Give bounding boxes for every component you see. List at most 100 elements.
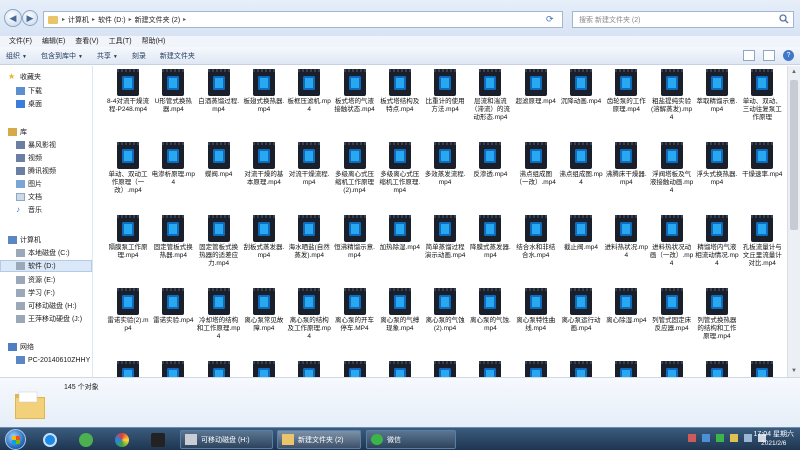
tray-app-icon[interactable]: [716, 434, 724, 442]
file-item[interactable]: [559, 361, 603, 377]
file-item[interactable]: 单动、双动、三动往复泵工作原理: [740, 69, 784, 122]
file-item[interactable]: 加热除湿.mp4: [378, 215, 422, 252]
nav-library[interactable]: 库: [8, 126, 27, 138]
nav-disk-e[interactable]: 资源 (E:): [16, 274, 55, 286]
nav-pc[interactable]: PC-20140610ZHHY: [16, 354, 90, 366]
file-item[interactable]: 层流和湍流（滞流）的流动形态.mp4: [468, 69, 512, 122]
file-item[interactable]: 超滤原理.mp4: [514, 69, 558, 106]
file-item[interactable]: 多级离心式压缩机工作原理.mp4: [378, 142, 422, 195]
taskbar-bird-app[interactable]: [144, 430, 172, 449]
breadcrumb-folder[interactable]: 新建文件夹 (2): [135, 15, 181, 25]
file-item[interactable]: 孔板流量计与文丘里流量计对比.mp4: [740, 215, 784, 268]
file-item[interactable]: 列管式固定床反应器.mp4: [650, 288, 694, 333]
menu-edit[interactable]: 编辑(E): [37, 36, 70, 47]
nav-storm[interactable]: 暴风影视: [16, 139, 56, 151]
nav-favorites[interactable]: ★ 收藏夹: [8, 71, 41, 83]
file-item[interactable]: 8-4对流干燥流程-P248.mp4: [106, 69, 150, 114]
taskbar-task-removable-disk[interactable]: 可移动磁盘 (H:): [180, 430, 273, 449]
file-item[interactable]: 多效蒸发流程.mp4: [423, 142, 467, 187]
taskbar-task-wechat[interactable]: 微信: [366, 430, 456, 449]
file-item[interactable]: 结合水和非结合水.mp4: [514, 215, 558, 260]
nav-music[interactable]: ♪ 音乐: [16, 204, 42, 216]
file-item[interactable]: 沸点组成图.mp4: [559, 142, 603, 187]
file-item[interactable]: [106, 361, 150, 377]
file-item[interactable]: 白酒蒸馏过程.mp4: [197, 69, 241, 114]
search-input[interactable]: 搜索 新建文件夹 (2): [572, 11, 794, 28]
file-item[interactable]: 对流干燥流程.mp4: [287, 142, 331, 187]
file-item[interactable]: 离心泵的结构及工作原理.mp4: [287, 288, 331, 341]
file-item[interactable]: 雷诺实验(2).mp4: [106, 288, 150, 333]
file-item[interactable]: 降膜式蒸发器.mp4: [468, 215, 512, 260]
network-icon[interactable]: [744, 434, 752, 442]
tray-app-icon[interactable]: [688, 434, 696, 442]
nav-video[interactable]: 视频: [16, 152, 42, 164]
nav-documents[interactable]: 文档: [16, 191, 42, 203]
file-item[interactable]: [514, 361, 558, 377]
help-icon[interactable]: ?: [783, 50, 794, 61]
share-button[interactable]: 共享 ▼: [97, 51, 118, 61]
file-item[interactable]: 刮板式蒸发器.mp4: [242, 215, 286, 260]
organize-button[interactable]: 组织 ▼: [6, 51, 27, 61]
menu-help[interactable]: 帮助(H): [137, 36, 171, 47]
file-item[interactable]: 离心泵常见故障.mp4: [242, 288, 286, 333]
file-item[interactable]: 板框压滤机.mp4: [287, 69, 331, 114]
file-item[interactable]: 离心泵特性曲线.mp4: [514, 288, 558, 333]
nav-tencent[interactable]: 腾讯视频: [16, 165, 56, 177]
file-item[interactable]: 板式塔的气液接触状态.mp4: [333, 69, 377, 114]
file-item[interactable]: 冷却塔的结构和工作原理.mp4: [197, 288, 241, 341]
file-item[interactable]: [197, 361, 241, 377]
file-item[interactable]: 列管式换热器的结构和工作原理.mp4: [695, 288, 739, 341]
file-item[interactable]: 隔膜泵工作原理.mp4: [106, 215, 150, 260]
file-item[interactable]: 齿轮泵的工作原理.mp4: [604, 69, 648, 114]
file-item[interactable]: 离心泵的开车停车.MP4: [333, 288, 377, 333]
file-item[interactable]: 单动、双动工作原理（一改）.mp4: [106, 142, 150, 195]
file-item[interactable]: [468, 361, 512, 377]
nav-downloads[interactable]: 下载: [16, 85, 42, 97]
file-item[interactable]: 蝶阀.mp4: [197, 142, 241, 179]
file-item[interactable]: 进料热状况.mp4: [604, 215, 648, 260]
file-item[interactable]: [333, 361, 377, 377]
file-item[interactable]: 离心泵运行动画.mp4: [559, 288, 603, 333]
file-item[interactable]: 离心除湿.mp4: [604, 288, 648, 325]
address-bar[interactable]: ▸ 计算机 ▸ 软件 (D:) ▸ 新建文件夹 (2) ▸ ⟳: [43, 11, 563, 28]
scroll-down-icon[interactable]: ▼: [791, 368, 797, 374]
file-item[interactable]: 浮阀塔板及气液接触动画.mp4: [650, 142, 694, 195]
file-item[interactable]: [423, 361, 467, 377]
nav-computer[interactable]: 计算机: [8, 234, 41, 246]
file-item[interactable]: 浮头式换热器.mp4: [695, 142, 739, 187]
scroll-up-icon[interactable]: ▲: [791, 69, 797, 75]
nav-disk-h[interactable]: 可移动磁盘 (H:): [16, 300, 77, 312]
nav-disk-j[interactable]: 王萍移动硬盘 (J:): [16, 313, 82, 325]
include-in-library-button[interactable]: 包含到库中 ▼: [41, 51, 83, 61]
change-view-icon[interactable]: [743, 50, 755, 61]
vertical-scrollbar[interactable]: ▲ ▼: [787, 66, 800, 377]
new-folder-button[interactable]: 新建文件夹: [160, 51, 195, 61]
file-item[interactable]: 离心泵的气缚现象.mp4: [378, 288, 422, 333]
breadcrumb-disk-d[interactable]: 软件 (D:): [98, 15, 126, 25]
menu-view[interactable]: 查看(V): [70, 36, 103, 47]
nav-disk-c[interactable]: 本地磁盘 (C:): [16, 247, 70, 259]
file-item[interactable]: [695, 361, 739, 377]
file-item[interactable]: [287, 361, 331, 377]
forward-button[interactable]: ▶: [22, 10, 38, 26]
file-item[interactable]: 雷诺实验.mp4: [151, 288, 195, 325]
file-item[interactable]: 恒沸精馏示意.mp4: [333, 215, 377, 260]
taskbar-browser-app[interactable]: [108, 430, 136, 449]
breadcrumb-computer[interactable]: 计算机: [68, 15, 89, 25]
file-item[interactable]: 对流干燥的基本原理.mp4: [242, 142, 286, 187]
nav-disk-d[interactable]: 软件 (D:): [0, 260, 92, 272]
nav-disk-f[interactable]: 学习 (F:): [16, 287, 55, 299]
nav-network[interactable]: 网络: [8, 341, 34, 353]
file-item[interactable]: [378, 361, 422, 377]
burn-button[interactable]: 刻录: [132, 51, 146, 61]
file-item[interactable]: 进料热状况动画（一改）.mp4: [650, 215, 694, 268]
menu-file[interactable]: 文件(F): [4, 36, 37, 47]
file-item[interactable]: 干燥速率.mp4: [740, 142, 784, 179]
file-item[interactable]: 比重计的使用方法.mp4: [423, 69, 467, 114]
file-item[interactable]: 粗盐提纯实验(溶解蒸发).mp4: [650, 69, 694, 122]
file-item[interactable]: 板翅式换热器.mp4: [242, 69, 286, 114]
file-item[interactable]: [740, 361, 784, 377]
nav-desktop[interactable]: 桌面: [16, 98, 42, 110]
taskbar-360-app[interactable]: [72, 430, 100, 449]
file-item[interactable]: 海水晒盐(自然蒸发).mp4: [287, 215, 331, 260]
